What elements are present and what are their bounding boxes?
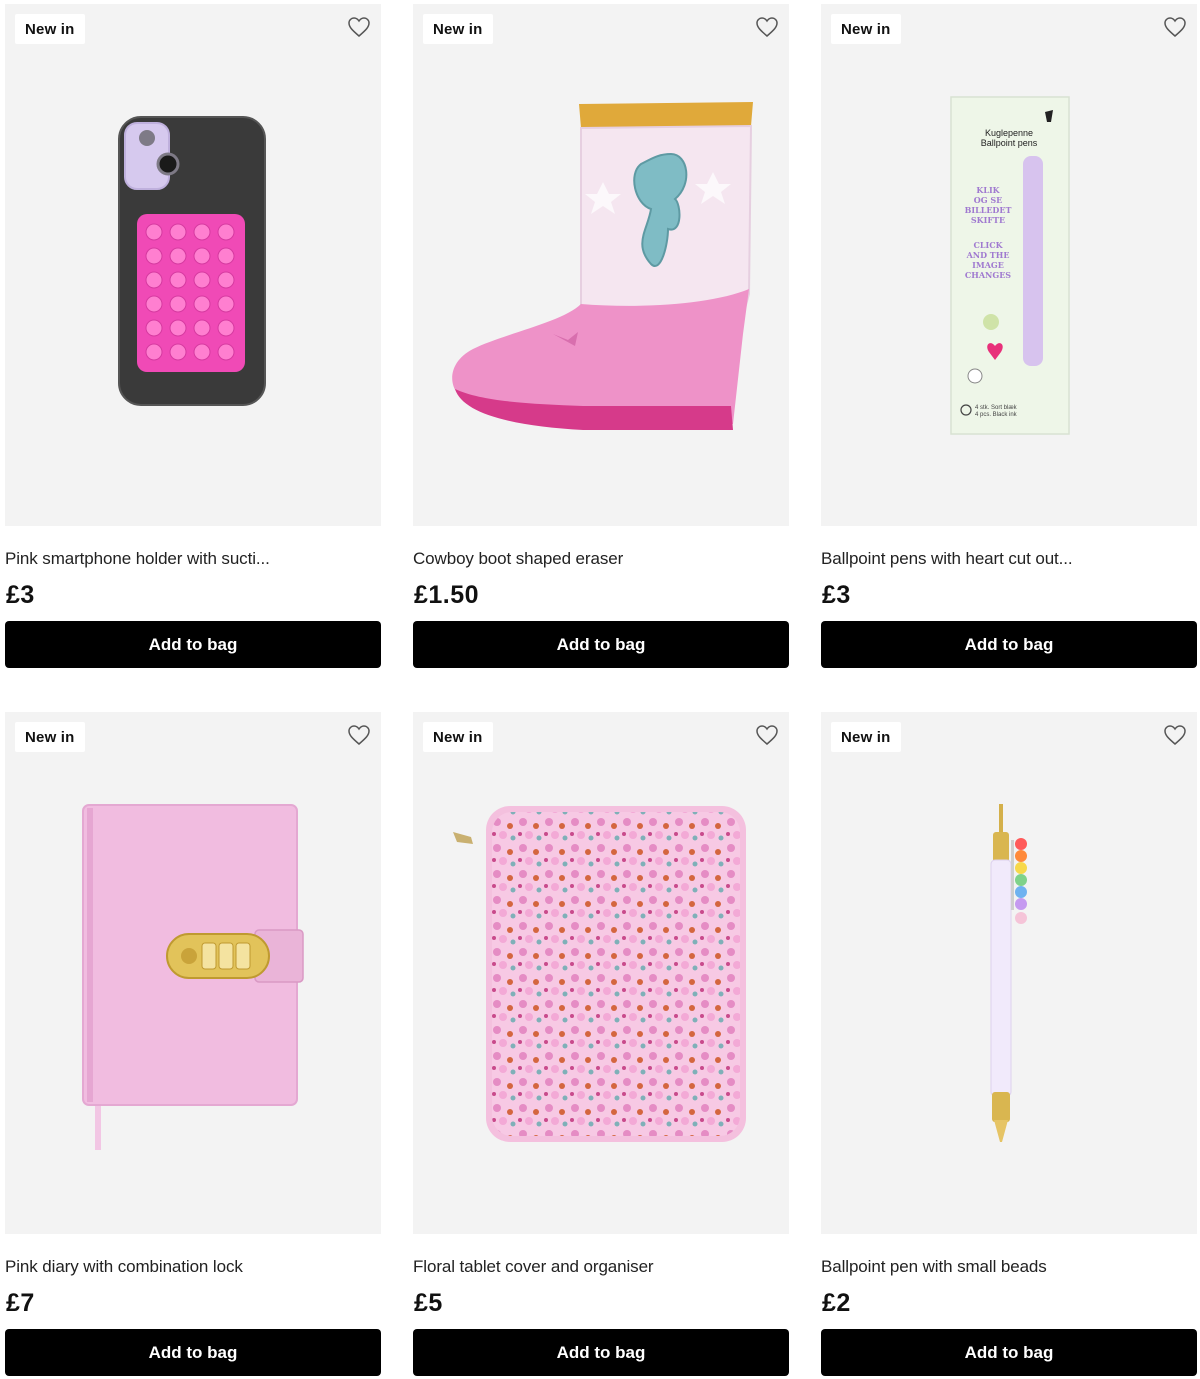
packaging-text: Kuglepenne <box>985 128 1033 138</box>
packaging-text: CHANGES <box>965 270 1011 280</box>
new-in-badge: New in <box>15 14 85 44</box>
add-to-bag-button[interactable]: Add to bag <box>413 1329 789 1376</box>
packaging-text: 4 pcs. Black ink <box>975 412 1018 418</box>
heart-outline-icon[interactable] <box>755 15 779 39</box>
packaging-text: Ballpoint pens <box>981 138 1038 148</box>
heart-outline-icon[interactable] <box>1163 15 1187 39</box>
product-card: New in Cowboy boot shaped eraser £1.50 A… <box>413 4 789 668</box>
product-image-area[interactable]: New in <box>821 712 1197 1234</box>
add-to-bag-button[interactable]: Add to bag <box>821 621 1197 668</box>
product-card: Kuglepenne Ballpoint pens KLIK OG SE BIL… <box>821 4 1197 668</box>
packaging-text: AND THE <box>966 250 1010 260</box>
tablet-cover-image <box>453 806 746 1142</box>
product-image-area[interactable]: New in <box>413 712 789 1234</box>
add-to-bag-button[interactable]: Add to bag <box>5 621 381 668</box>
product-grid: New in Pink smartphone holder with sucti… <box>5 4 1197 1376</box>
product-card: New in Pink smartphone holder with sucti… <box>5 4 381 668</box>
add-to-bag-button[interactable]: Add to bag <box>821 1329 1197 1376</box>
new-in-badge: New in <box>15 722 85 752</box>
product-title[interactable]: Pink diary with combination lock <box>5 1257 243 1277</box>
packaging-text: KLIK <box>976 185 1000 195</box>
new-in-badge: New in <box>831 722 901 752</box>
product-price: £7 <box>6 1289 35 1317</box>
new-in-badge: New in <box>423 722 493 752</box>
product-card: New in Floral tablet cover and organiser… <box>413 712 789 1376</box>
product-price: £1.50 <box>414 581 480 609</box>
add-to-bag-button[interactable]: Add to bag <box>413 621 789 668</box>
packaging-text: SKIFTE <box>971 215 1005 225</box>
product-price: £5 <box>414 1289 443 1317</box>
heart-outline-icon[interactable] <box>347 15 371 39</box>
new-in-badge: New in <box>831 14 901 44</box>
product-price: £3 <box>6 581 35 609</box>
packaging-text: OG SE <box>974 195 1002 205</box>
phone-holder-image <box>118 116 266 406</box>
product-image-area[interactable]: New in <box>5 712 381 1234</box>
product-price: £3 <box>822 581 851 609</box>
add-to-bag-button[interactable]: Add to bag <box>5 1329 381 1376</box>
packaging-text: BILLEDET <box>965 205 1012 215</box>
packaging-text: 4 stk. Sort blæk <box>975 405 1018 411</box>
product-title[interactable]: Ballpoint pens with heart cut out... <box>821 549 1073 569</box>
beaded-pen-image <box>990 804 1027 1142</box>
heart-outline-icon[interactable] <box>1163 723 1187 747</box>
product-image-area[interactable]: New in <box>413 4 789 526</box>
packaging-text: IMAGE <box>972 260 1004 270</box>
pens-box-image: Kuglepenne Ballpoint pens KLIK OG SE BIL… <box>950 96 1070 435</box>
product-title[interactable]: Cowboy boot shaped eraser <box>413 549 623 569</box>
packaging-text: CLICK <box>973 240 1003 250</box>
product-title[interactable]: Floral tablet cover and organiser <box>413 1257 654 1277</box>
product-image-area[interactable]: New in <box>5 4 381 526</box>
product-title[interactable]: Pink smartphone holder with sucti... <box>5 549 270 569</box>
product-card: New in Ballpoint pen with small beads £2… <box>821 712 1197 1376</box>
product-price: £2 <box>822 1289 851 1317</box>
new-in-badge: New in <box>423 14 493 44</box>
product-image-area[interactable]: Kuglepenne Ballpoint pens KLIK OG SE BIL… <box>821 4 1197 526</box>
heart-outline-icon[interactable] <box>755 723 779 747</box>
heart-outline-icon[interactable] <box>347 723 371 747</box>
product-title[interactable]: Ballpoint pen with small beads <box>821 1257 1047 1277</box>
boot-eraser-image <box>452 102 753 430</box>
diary-image <box>82 804 304 1150</box>
product-card: New in Pink diary with combination lock … <box>5 712 381 1376</box>
